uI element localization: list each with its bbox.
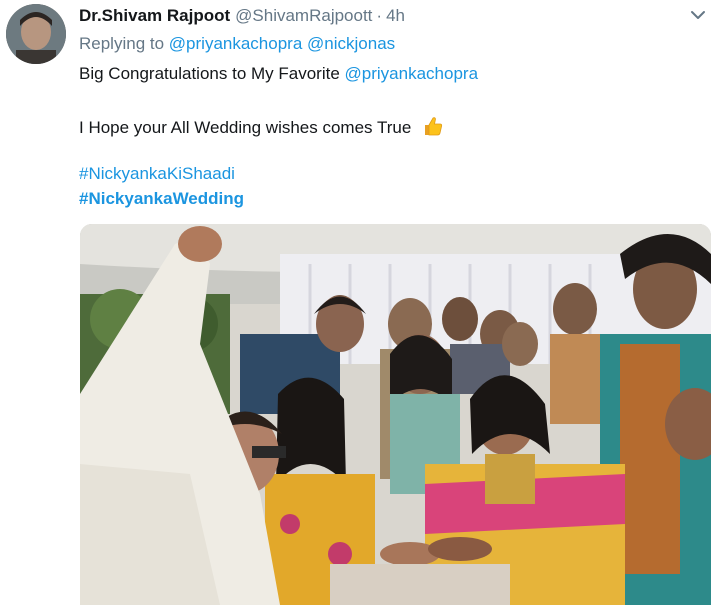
hashtag-link[interactable]: #NickyankaKiShaadi [79, 164, 235, 183]
mention-link[interactable]: @priyankachopra [345, 64, 479, 83]
hashtag-line: #NickyankaWedding [79, 189, 244, 209]
tweet-header: Dr.Shivam Rajpoot @ShivamRajpoott · 4h [79, 5, 711, 27]
tweet-text-line: Big Congratulations to My Favorite @priy… [79, 64, 478, 84]
tweet-text-line: I Hope your All Wedding wishes comes Tru… [79, 115, 444, 138]
mention-link[interactable]: @nickjonas [307, 34, 395, 53]
replying-to: Replying to @priyankachopra @nickjonas [79, 34, 395, 54]
tweet-text: Big Congratulations to My Favorite [79, 64, 340, 83]
display-name[interactable]: Dr.Shivam Rajpoot [79, 6, 230, 26]
user-handle[interactable]: @ShivamRajpoott [235, 6, 372, 26]
timestamp[interactable]: 4h [386, 6, 405, 26]
chevron-down-icon[interactable] [687, 4, 709, 26]
avatar[interactable] [6, 4, 66, 64]
hashtag-line: #NickyankaKiShaadi [79, 164, 235, 184]
tweet-text: I Hope your All Wedding wishes comes Tru… [79, 118, 412, 137]
separator-dot: · [376, 6, 383, 25]
thumbs-up-icon [422, 115, 444, 137]
replying-to-label: Replying to [79, 34, 165, 53]
hashtag-link[interactable]: #NickyankaWedding [79, 189, 244, 208]
mention-link[interactable]: @priyankachopra [169, 34, 303, 53]
tweet-photo[interactable] [80, 224, 711, 605]
